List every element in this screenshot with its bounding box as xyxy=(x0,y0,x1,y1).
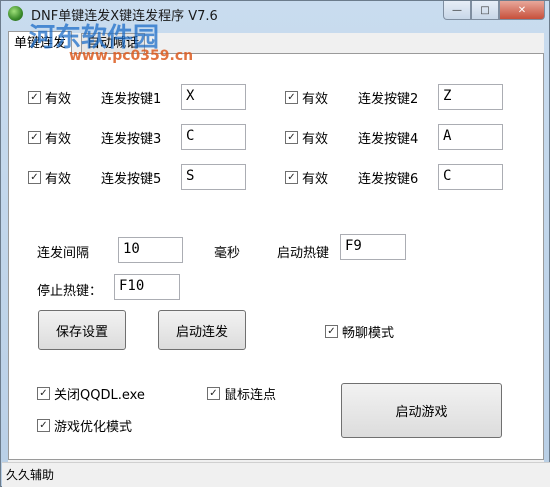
check-icon: ✓ xyxy=(325,325,338,338)
close-button[interactable]: ✕ xyxy=(499,1,545,20)
interval-label: 连发间隔 xyxy=(37,246,90,261)
game-optimize-checkbox[interactable]: ✓ 游戏优化模式 xyxy=(37,416,132,435)
client-area: 单键连发 自动喊话 ✓ 有效 连发按键1 X ✓ 有效 连发按键2 Z ✓ 有效 连发… xyxy=(8,31,544,462)
check-icon: ✓ xyxy=(37,419,50,432)
start-game-button[interactable]: 启动游戏 xyxy=(341,383,502,438)
check-icon: ✓ xyxy=(28,171,41,184)
stop-hotkey-label: 停止热键： xyxy=(37,284,103,299)
checkbox-label: 有效 xyxy=(302,172,329,187)
minimize-icon: — xyxy=(452,4,462,16)
close-icon: ✕ xyxy=(517,4,527,16)
title-bar[interactable]: DNF单键连发X键连发程序 V7.6 — □ ✕ xyxy=(1,1,551,27)
key2-enabled-checkbox[interactable]: ✓ 有效 xyxy=(285,88,328,107)
key3-label: 连发按键3 xyxy=(101,132,162,147)
app-window: DNF单键连发X键连发程序 V7.6 — □ ✕ 河东软件园 www.pc035… xyxy=(0,0,550,487)
key4-input[interactable]: A xyxy=(438,124,503,150)
checkbox-label: 关闭QQDL.exe xyxy=(54,388,145,403)
key1-label: 连发按键1 xyxy=(101,92,162,107)
key5-input[interactable]: S xyxy=(181,164,246,190)
maximize-button[interactable]: □ xyxy=(471,1,499,20)
interval-unit: 毫秒 xyxy=(214,246,241,261)
save-settings-button[interactable]: 保存设置 xyxy=(38,310,126,350)
check-icon: ✓ xyxy=(28,91,41,104)
checkbox-label: 有效 xyxy=(45,172,72,187)
key6-enabled-checkbox[interactable]: ✓ 有效 xyxy=(285,168,328,187)
check-icon: ✓ xyxy=(285,91,298,104)
check-icon: ✓ xyxy=(28,131,41,144)
minimize-button[interactable]: — xyxy=(443,1,471,20)
check-icon: ✓ xyxy=(285,171,298,184)
mouse-click-checkbox[interactable]: ✓ 鼠标连点 xyxy=(207,384,276,403)
app-icon xyxy=(8,6,23,21)
interval-input[interactable]: 10 xyxy=(118,237,183,263)
status-bar: 久久辅助 xyxy=(2,462,550,487)
key1-enabled-checkbox[interactable]: ✓ 有效 xyxy=(28,88,71,107)
smooth-chat-checkbox[interactable]: ✓ 畅聊模式 xyxy=(325,322,394,341)
check-icon: ✓ xyxy=(285,131,298,144)
checkbox-label: 有效 xyxy=(302,132,329,147)
tab-panel-single-key: ✓ 有效 连发按键1 X ✓ 有效 连发按键2 Z ✓ 有效 连发按键3 C ✓ 有效 … xyxy=(8,53,544,460)
window-controls: — □ ✕ xyxy=(443,1,545,21)
key2-label: 连发按键2 xyxy=(358,92,419,107)
start-hotkey-input[interactable]: F9 xyxy=(340,234,406,260)
check-icon: ✓ xyxy=(37,387,50,400)
tab-auto-chat[interactable]: 自动喊话 xyxy=(81,33,146,54)
key1-input[interactable]: X xyxy=(181,84,246,110)
check-icon: ✓ xyxy=(207,387,220,400)
key6-input[interactable]: C xyxy=(438,164,503,190)
key6-label: 连发按键6 xyxy=(358,172,419,187)
window-title: DNF单键连发X键连发程序 V7.6 xyxy=(31,9,218,24)
key3-input[interactable]: C xyxy=(181,124,246,150)
key4-label: 连发按键4 xyxy=(358,132,419,147)
checkbox-label: 游戏优化模式 xyxy=(54,420,133,435)
close-qqdl-checkbox[interactable]: ✓ 关闭QQDL.exe xyxy=(37,384,145,403)
maximize-icon: □ xyxy=(480,4,490,16)
stop-hotkey-input[interactable]: F10 xyxy=(114,274,180,300)
key3-enabled-checkbox[interactable]: ✓ 有效 xyxy=(28,128,71,147)
start-repeat-button[interactable]: 启动连发 xyxy=(158,310,246,350)
key5-label: 连发按键5 xyxy=(101,172,162,187)
checkbox-label: 有效 xyxy=(45,92,72,107)
key5-enabled-checkbox[interactable]: ✓ 有效 xyxy=(28,168,71,187)
checkbox-label: 有效 xyxy=(45,132,72,147)
checkbox-label: 有效 xyxy=(302,92,329,107)
tab-single-key[interactable]: 单键连发 xyxy=(8,31,73,54)
start-hotkey-label: 启动热键 xyxy=(277,246,330,261)
status-text: 久久辅助 xyxy=(6,468,55,482)
key2-input[interactable]: Z xyxy=(438,84,503,110)
checkbox-label: 畅聊模式 xyxy=(342,326,395,341)
checkbox-label: 鼠标连点 xyxy=(224,388,277,403)
key4-enabled-checkbox[interactable]: ✓ 有效 xyxy=(285,128,328,147)
